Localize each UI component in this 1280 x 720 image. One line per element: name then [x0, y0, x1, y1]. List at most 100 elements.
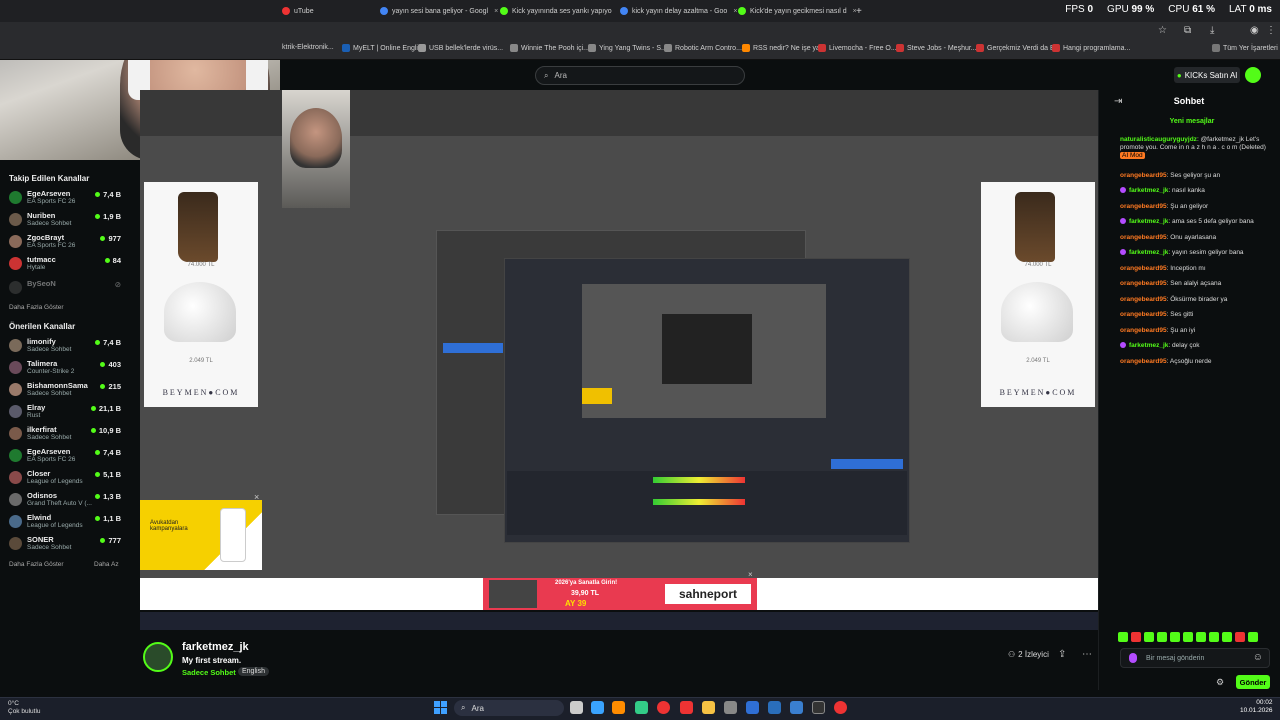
- show-more-followed[interactable]: Daha Fazla Göster: [9, 304, 64, 311]
- emote-icon[interactable]: [1248, 632, 1258, 642]
- sidebar-channel[interactable]: ilkerfirat Sadece Sohbet 10,9 B: [9, 424, 135, 444]
- side-ad-right[interactable]: 74.000 TL 2.049 TL BEYMEN●COM: [981, 182, 1095, 407]
- emote-icon[interactable]: [1196, 632, 1206, 642]
- bookmark[interactable]: RSS nedir? Ne işe ya...: [742, 44, 826, 52]
- start-stream-highlight: [831, 459, 903, 469]
- share-icon[interactable]: ⇪: [1058, 649, 1066, 660]
- task-view-icon[interactable]: [570, 701, 583, 714]
- clock[interactable]: 00:02 10.01.2026: [1240, 699, 1273, 715]
- sidebar-channel[interactable]: Odisnos Grand Theft Auto V (... 1,3 B: [9, 490, 135, 510]
- emote-icon[interactable]: [1170, 632, 1180, 642]
- sidebar-channel[interactable]: ZgocBrayt EA Sports FC 26 977: [9, 232, 135, 252]
- sidebar-channel[interactable]: Nuriben Sadece Sohbet 1,9 B: [9, 210, 135, 230]
- close-icon[interactable]: ×: [254, 492, 259, 502]
- opera-icon[interactable]: [680, 701, 693, 714]
- emote-icon[interactable]: [1235, 632, 1245, 642]
- app-icon[interactable]: [790, 701, 803, 714]
- sidebar-channel[interactable]: Elray Rust 21,1 B: [9, 402, 135, 422]
- bookmark[interactable]: Ying Yang Twins - S...: [588, 44, 667, 52]
- sidebar-channel[interactable]: tutmacc Hytale 84: [9, 254, 135, 274]
- extensions-icon[interactable]: ⧉: [1184, 25, 1191, 36]
- live-dot-icon: [95, 472, 101, 477]
- bookmark-icon: [342, 44, 350, 52]
- emoji-icon[interactable]: ☺: [1253, 652, 1263, 663]
- sidebar-channel[interactable]: SONER Sadece Sohbet 777: [9, 534, 135, 554]
- browser-tab[interactable]: uTube: [282, 3, 362, 19]
- streamer-name[interactable]: farketmez_jk: [182, 641, 249, 653]
- emote-icon[interactable]: [1157, 632, 1167, 642]
- small-ad[interactable]: Avukatdan kampanyalara: [140, 500, 262, 570]
- stream-category[interactable]: Sadece Sohbet: [182, 668, 236, 677]
- badge-picker-icon[interactable]: [1129, 653, 1137, 663]
- emote-icon[interactable]: [1183, 632, 1193, 642]
- bookmark[interactable]: Hangi programlama...: [1052, 44, 1130, 52]
- taskbar-search[interactable]: ⌕ Ara: [454, 700, 564, 716]
- emote-icon[interactable]: [1222, 632, 1232, 642]
- all-bookmarks[interactable]: Tüm Yer İşaretleri: [1212, 44, 1278, 52]
- new-messages-banner[interactable]: Yeni mesajlar: [1104, 118, 1280, 125]
- sidebar-channel[interactable]: Elwind League of Legends 1,1 B: [9, 512, 135, 532]
- send-button[interactable]: Gönder: [1236, 675, 1270, 689]
- browser-tab-active[interactable]: Kick'de yayın gecikmesi nasıl d ×: [738, 3, 856, 19]
- windows-start-icon[interactable]: [434, 701, 448, 715]
- sidebar-channel[interactable]: EgeArseven EA Sports FC 26 7,4 B: [9, 188, 135, 208]
- bookmark[interactable]: Steve Jobs - Meşhur...: [896, 44, 977, 52]
- app-icon[interactable]: [635, 701, 648, 714]
- file-explorer-icon[interactable]: [702, 701, 715, 714]
- bookmark[interactable]: MyELT | Online Engli...: [342, 44, 424, 52]
- sidebar-channel[interactable]: EgeArseven EA Sports FC 26 7,4 B: [9, 446, 135, 466]
- kick-icon: [500, 7, 508, 15]
- sidebar-channel[interactable]: Talimera Counter-Strike 2 403: [9, 358, 135, 378]
- bookmark[interactable]: Gerçekmiz Verdi da B...: [976, 44, 1061, 52]
- sidebar-channel-offline[interactable]: BySeoN ⊘: [9, 278, 135, 298]
- close-icon[interactable]: ×: [733, 8, 737, 15]
- chat-input[interactable]: Bir mesaj gönderin ☺: [1120, 648, 1270, 668]
- live-dot-icon: [100, 236, 106, 241]
- bookmark[interactable]: Winnie The Pooh içi...: [510, 44, 589, 52]
- browser-tab[interactable]: yayın sesi bana geliyor - Googl ×: [380, 3, 498, 19]
- emote-icon[interactable]: [1131, 632, 1141, 642]
- new-tab-button[interactable]: +: [856, 3, 868, 19]
- close-icon[interactable]: ×: [494, 8, 498, 15]
- edge-icon[interactable]: [591, 701, 604, 714]
- download-icon[interactable]: ⤓: [1210, 25, 1214, 36]
- obs-icon[interactable]: [812, 701, 825, 714]
- sahneport-ad[interactable]: 2026'ya Sanatla Girin! 39,90 TL AY 39 sa…: [483, 578, 757, 610]
- chrome-icon[interactable]: [657, 701, 670, 714]
- user-avatar[interactable]: [1245, 67, 1261, 83]
- bookmark[interactable]: ktrik-Elektronik...: [282, 44, 334, 51]
- profile-icon[interactable]: ◉: [1250, 25, 1259, 36]
- emote-icon[interactable]: [1144, 632, 1154, 642]
- streamer-avatar[interactable]: [143, 642, 173, 672]
- more-icon[interactable]: ⋯: [1082, 649, 1092, 660]
- sidebar-channel[interactable]: BishamonnSama Sadece Sohbet 215: [9, 380, 135, 400]
- close-icon[interactable]: ×: [748, 570, 753, 579]
- browser-tab[interactable]: kick yayın delay azaltma - Goo ×: [620, 3, 738, 19]
- show-more-recommended[interactable]: Daha Fazla Göster: [9, 561, 64, 568]
- outlook-icon[interactable]: [768, 701, 781, 714]
- app-icon[interactable]: [724, 701, 737, 714]
- weather-widget[interactable]: 0°C Çok bulutlu: [8, 700, 41, 716]
- live-dot-icon: [90, 406, 96, 411]
- browser-tab[interactable]: Kick yayınında ses yankı yapıyo×: [500, 3, 618, 19]
- bookmark[interactable]: USB bellek'lerde virüs...: [418, 44, 503, 52]
- emote-icon[interactable]: [1209, 632, 1219, 642]
- app-icon[interactable]: [834, 701, 847, 714]
- show-less-recommended[interactable]: Daha Az: [94, 561, 119, 568]
- star-icon[interactable]: ☆: [1158, 25, 1167, 36]
- sidebar-channel[interactable]: limonify Sadece Sohbet 7,4 B: [9, 336, 135, 356]
- search-input[interactable]: ⌕ Ara: [535, 66, 745, 85]
- chat-message: orangebeard95: Şu an geliyor: [1120, 203, 1209, 210]
- app-icon[interactable]: [612, 701, 625, 714]
- buy-kicks-button[interactable]: ● KICKs Satın Al: [1174, 67, 1240, 83]
- side-ad-left[interactable]: 74.000 TL 2.049 TL BEYMEN●COM: [144, 182, 258, 407]
- bookmark[interactable]: Robotic Arm Contro...: [664, 44, 742, 52]
- gear-icon[interactable]: ⚙: [1216, 677, 1224, 688]
- app-icon[interactable]: [746, 701, 759, 714]
- language-tag[interactable]: English: [238, 667, 269, 676]
- bookmark[interactable]: Livemocha - Free O...: [818, 44, 897, 52]
- bookmark-icon: [896, 44, 904, 52]
- menu-icon[interactable]: ⋮: [1266, 25, 1276, 36]
- sidebar-channel[interactable]: Closer League of Legends 5,1 B: [9, 468, 135, 488]
- emote-icon[interactable]: [1118, 632, 1128, 642]
